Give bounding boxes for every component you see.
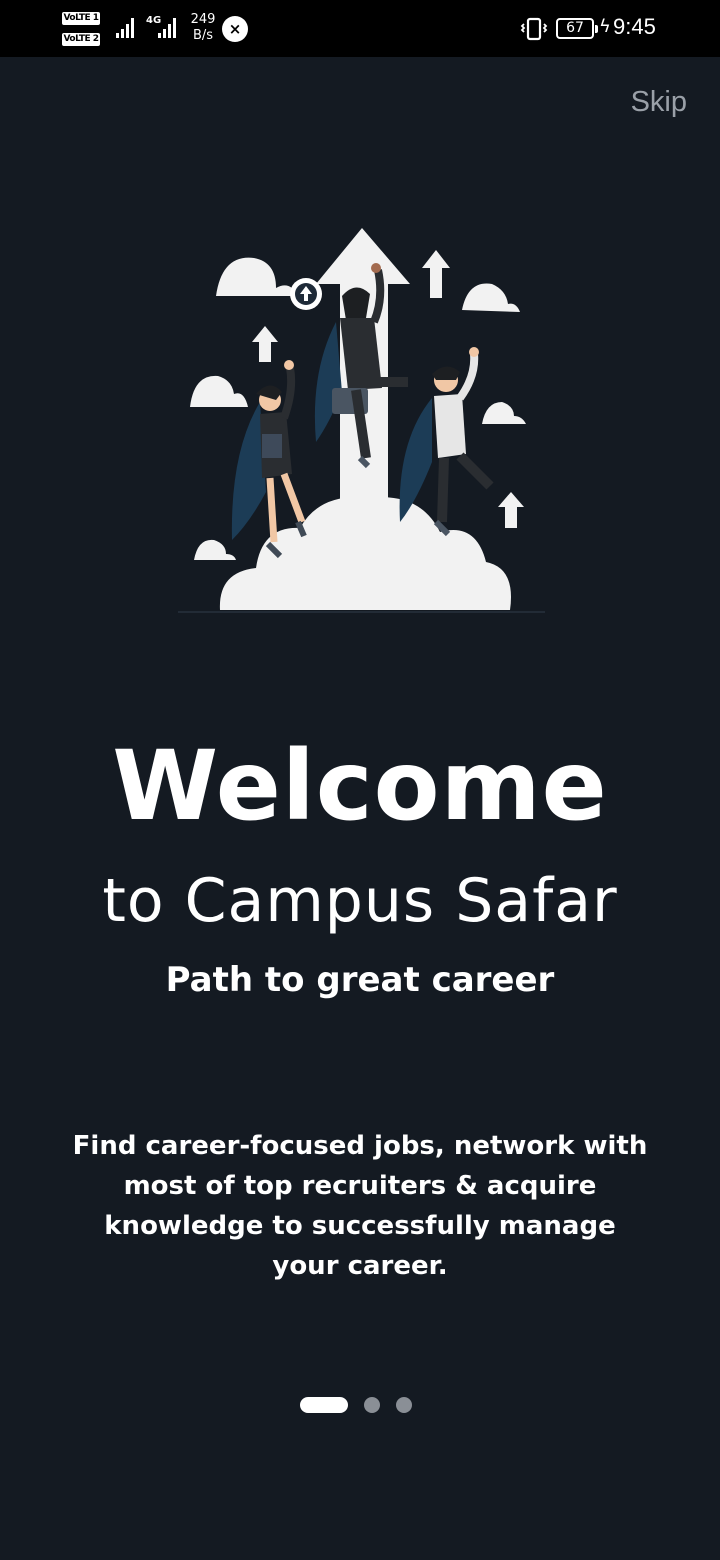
page-dot-3[interactable] xyxy=(396,1397,412,1413)
clock: 9:45 xyxy=(613,14,656,39)
onboarding-description: Find career-focused jobs, network with m… xyxy=(72,1131,648,1281)
career-launch-illustration xyxy=(178,228,545,613)
network-speed-value: 249 xyxy=(190,12,216,27)
welcome-title: Welcome xyxy=(112,730,608,842)
skip-button[interactable]: Skip xyxy=(631,86,687,119)
signal-1-icon xyxy=(116,16,134,38)
page-dot-1[interactable] xyxy=(300,1397,348,1413)
tagline: Path to great career xyxy=(165,960,555,1000)
network-speed: 249 B/s xyxy=(188,12,218,44)
status-bar: VoLTE 1 VoLTE 2 4G 249 B/s × 67 ϟ 9:45 xyxy=(0,0,720,57)
app-notification-icon: × xyxy=(222,16,248,42)
volte-2-icon: VoLTE 2 xyxy=(62,33,100,46)
welcome-subtitle: to Campus Safar xyxy=(102,866,618,936)
signal-2-icon xyxy=(158,16,176,38)
network-speed-unit: B/s xyxy=(192,28,214,43)
vibrate-icon xyxy=(520,17,548,41)
page-indicator xyxy=(300,1396,412,1414)
volte-1-icon: VoLTE 1 xyxy=(62,12,100,25)
battery-icon: 67 xyxy=(556,18,598,39)
page-dot-2[interactable] xyxy=(364,1397,380,1413)
charging-icon: ϟ xyxy=(599,16,611,37)
